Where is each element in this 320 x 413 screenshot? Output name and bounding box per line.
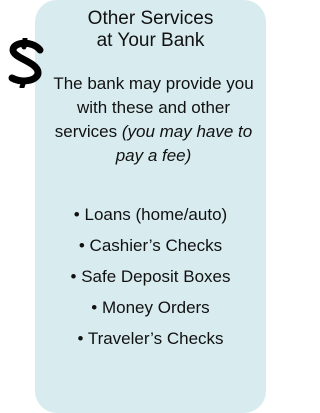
service-item-safe-deposit-boxes: Safe Deposit Boxes (35, 261, 266, 292)
card-title-line-2: at Your Bank (96, 30, 205, 51)
card-title-line-1: Other Services (87, 8, 214, 29)
services-list: Loans (home/auto) Cashier’s Checks Safe … (35, 199, 266, 354)
service-item-money-orders: Money Orders (35, 292, 266, 323)
service-item-loans: Loans (home/auto) (35, 199, 266, 230)
fee-note: (you may have to pay a fee) (115, 122, 253, 165)
intro-text: The bank may provide you with these and … (49, 72, 258, 168)
dollar-sign-icon (8, 38, 44, 88)
card-title: Other Services at Your Bank (35, 8, 266, 52)
service-item-cashiers-checks: Cashier’s Checks (35, 230, 266, 261)
service-item-travelers-checks: Traveler’s Checks (35, 323, 266, 354)
info-card: Other Services at Your Bank The bank may… (35, 0, 266, 413)
